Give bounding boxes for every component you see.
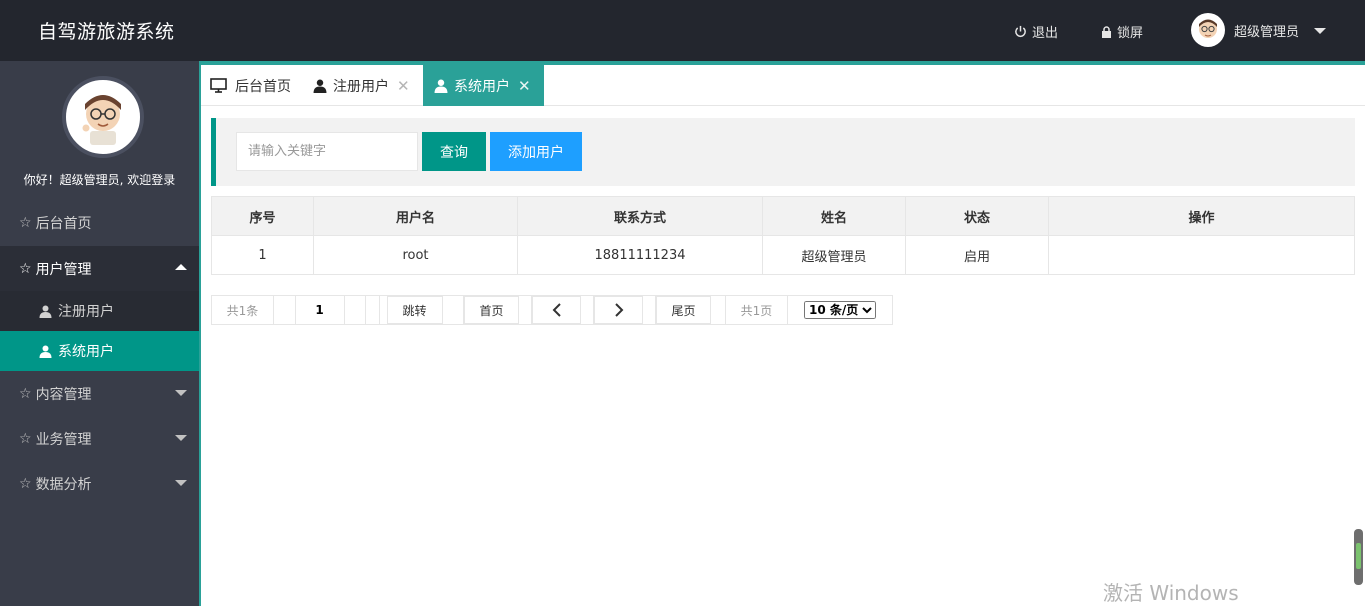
sidebar-item-dashboard[interactable]: ☆ 后台首页 [0, 200, 199, 245]
chevron-left-icon [552, 303, 561, 317]
cell-contact: 18811111234 [517, 235, 763, 275]
tab-dashboard[interactable]: 后台首页 [210, 65, 305, 106]
search-input[interactable] [236, 132, 418, 171]
sidebar-item-data-analysis[interactable]: ☆ 数据分析 [0, 461, 199, 506]
main-left-border [199, 61, 201, 606]
tab-registered-users[interactable]: 注册用户 ✕ [313, 65, 423, 106]
col-header-contact: 联系方式 [517, 196, 763, 236]
welcome-text: 你好！超级管理员, 欢迎登录 [23, 173, 176, 187]
pager-last-wrap: 尾页 [656, 296, 726, 324]
sidebar-item-label: 内容管理 [35, 386, 92, 403]
header-avatar [1191, 13, 1225, 47]
sidebar-item-user-management[interactable]: ☆ 用户管理 [0, 246, 199, 291]
lock-screen-link[interactable]: 锁屏 [1101, 22, 1143, 41]
first-page-button[interactable]: 首页 [464, 296, 519, 324]
sidebar-subitem-label: 注册用户 [58, 304, 114, 320]
pagination: 共1条 跳转 首页 尾页 共1页 10 条/页 [211, 294, 893, 325]
pager-first-wrap: 首页 [464, 296, 532, 324]
chevron-right-icon [614, 303, 623, 317]
user-icon [39, 345, 52, 358]
star-icon: ☆ [19, 214, 32, 231]
chevron-down-icon [1314, 28, 1327, 34]
jump-button[interactable]: 跳转 [386, 296, 443, 324]
sidebar-item-label: 数据分析 [35, 476, 92, 493]
chevron-down-icon [175, 480, 187, 486]
cell-status: 启用 [905, 235, 1049, 275]
lock-screen-label: 锁屏 [1117, 26, 1144, 41]
query-button[interactable]: 查询 [422, 132, 486, 171]
sidebar-item-business-management[interactable]: ☆ 业务管理 [0, 416, 199, 461]
pager-prev-wrap [532, 296, 594, 324]
user-icon [434, 79, 448, 93]
close-icon[interactable]: ✕ [518, 77, 531, 95]
profile-avatar [62, 76, 144, 158]
cell-actions [1048, 235, 1355, 275]
user-table: 序号 用户名 联系方式 姓名 状态 操作 1 root 18811111234 … [211, 196, 1355, 275]
last-page-button[interactable]: 尾页 [656, 296, 711, 324]
sidebar-subitem-label: 系统用户 [58, 344, 114, 360]
chevron-down-icon [175, 390, 187, 396]
pager-pages: 共1页 [726, 296, 788, 324]
pager-input-wrap [274, 294, 366, 325]
cell-name: 超级管理员 [762, 235, 906, 275]
power-icon [1015, 25, 1026, 37]
table-row: 1 root 18811111234 超级管理员 启用 [211, 235, 1355, 275]
table-header-row: 序号 用户名 联系方式 姓名 状态 操作 [211, 196, 1355, 236]
sidebar-subitem-registered-users[interactable]: 注册用户 [0, 291, 199, 331]
user-icon [39, 305, 52, 318]
user-name: 超级管理员 [1234, 24, 1300, 40]
col-header-actions: 操作 [1048, 196, 1355, 236]
search-toolbar: 查询 添加用户 [211, 118, 1355, 186]
user-icon [313, 79, 327, 93]
chevron-down-icon [175, 435, 187, 441]
tab-label: 系统用户 [454, 78, 510, 95]
col-header-index: 序号 [211, 196, 314, 236]
sidebar-item-label: 后台首页 [35, 215, 92, 232]
pager-spacer [366, 296, 380, 324]
tab-system-users[interactable]: 系统用户 ✕ [423, 65, 544, 106]
scrollbar-thumb[interactable] [1354, 529, 1363, 585]
cell-index: 1 [211, 235, 314, 275]
col-header-name: 姓名 [762, 196, 906, 236]
app-title: 自驾游旅游系统 [38, 21, 175, 43]
pager-total: 共1条 [212, 296, 274, 324]
tab-label: 后台首页 [235, 78, 291, 95]
star-icon: ☆ [19, 430, 32, 447]
sidebar: 你好！超级管理员, 欢迎登录 ☆ 后台首页 ☆ 用户管理 注册用户 系统用户 ☆… [0, 61, 199, 606]
next-page-button[interactable] [594, 296, 643, 324]
close-icon[interactable]: ✕ [397, 77, 410, 95]
col-header-username: 用户名 [313, 196, 518, 236]
monitor-icon [210, 78, 227, 93]
cell-username: root [313, 235, 518, 275]
prev-page-button[interactable] [532, 296, 581, 324]
pager-size-wrap: 10 条/页 [788, 296, 892, 324]
page-size-select[interactable]: 10 条/页 [804, 301, 876, 319]
logout-label: 退出 [1032, 26, 1059, 41]
add-user-button[interactable]: 添加用户 [490, 132, 582, 171]
sidebar-item-label: 用户管理 [35, 261, 92, 278]
pager-jump-wrap: 跳转 [380, 296, 464, 324]
chevron-up-icon [175, 264, 187, 270]
pager-next-wrap [594, 296, 656, 324]
sidebar-item-content-management[interactable]: ☆ 内容管理 [0, 371, 199, 416]
user-menu[interactable]: 超级管理员 [1191, 13, 1327, 47]
star-icon: ☆ [19, 260, 32, 277]
star-icon: ☆ [19, 385, 32, 402]
top-header: 自驾游旅游系统 退出 锁屏 超级管理员 [0, 0, 1365, 61]
sidebar-subitem-system-users[interactable]: 系统用户 [0, 331, 199, 371]
logout-link[interactable]: 退出 [1014, 22, 1058, 41]
tab-label: 注册用户 [333, 78, 389, 95]
tab-bar: 后台首页 注册用户 ✕ 系统用户 ✕ [201, 65, 1365, 106]
star-icon: ☆ [19, 475, 32, 492]
col-header-status: 状态 [905, 196, 1049, 236]
sidebar-item-label: 业务管理 [35, 431, 92, 448]
page-number-input[interactable] [294, 294, 345, 325]
activate-windows-watermark: 激活 Windows [1103, 581, 1239, 605]
lock-icon [1102, 25, 1111, 38]
